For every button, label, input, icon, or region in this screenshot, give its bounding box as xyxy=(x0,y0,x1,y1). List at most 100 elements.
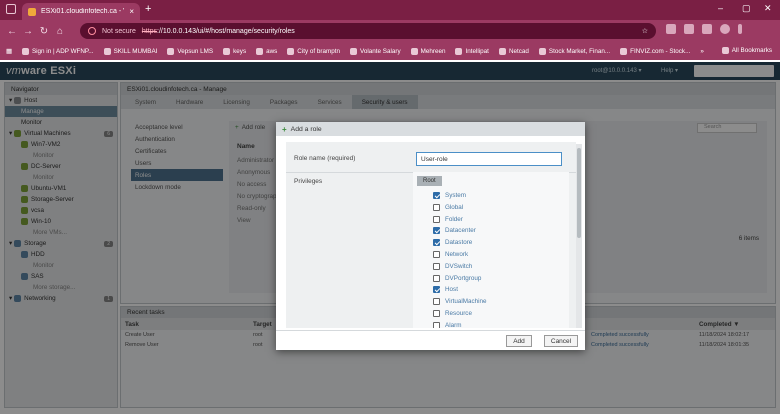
folder-icon xyxy=(455,47,463,55)
extension-icon[interactable] xyxy=(684,24,694,34)
privilege-label: DVPortgroup xyxy=(445,274,482,282)
back-icon[interactable]: ← xyxy=(4,26,20,37)
bookmark-label: FINVIZ.com - Stock... xyxy=(630,47,691,55)
privilege-label: Alarm xyxy=(445,321,462,328)
bookmark-item[interactable]: Intellipat xyxy=(455,47,489,55)
privilege-label: Datacenter xyxy=(445,227,476,235)
privileges-tree: Root System Global Folder Datacenter Datasto… xyxy=(413,172,569,328)
checkbox[interactable] xyxy=(433,310,440,317)
privilege-label: Host xyxy=(445,286,458,294)
bookmark-label: Vepsun LMS xyxy=(177,47,214,55)
folder-icon xyxy=(498,47,506,55)
checkbox-checked[interactable] xyxy=(433,239,440,247)
not-secure-icon[interactable] xyxy=(88,27,96,35)
bookmark-item[interactable]: Netcad xyxy=(498,47,529,55)
checkbox-checked[interactable] xyxy=(433,227,440,235)
forward-icon[interactable]: → xyxy=(20,26,36,37)
close-window-icon[interactable]: ✕ xyxy=(764,3,772,14)
profile-avatar-icon[interactable] xyxy=(720,24,730,34)
checkbox[interactable] xyxy=(433,215,440,223)
bookmark-label: City of bramptn xyxy=(297,47,340,55)
privilege-item[interactable]: Host xyxy=(433,286,458,294)
address-bar[interactable]: Not secure https://10.0.0.143/ui/#/host/… xyxy=(80,23,656,39)
add-role-dialog: + Add a role Role name (required) User-r… xyxy=(276,122,585,350)
checkbox[interactable] xyxy=(433,298,440,306)
role-name-label: Role name (required) xyxy=(294,155,356,162)
privilege-item[interactable]: VirtualMachine xyxy=(433,298,487,306)
url-text: https://10.0.0.143/ui/#/host/manage/secu… xyxy=(142,28,295,35)
bookmark-favicon-icon xyxy=(21,47,29,55)
privilege-item[interactable]: Global xyxy=(433,203,464,211)
bookmark-item[interactable]: FINVIZ.com - Stock... xyxy=(620,47,691,55)
privilege-item[interactable]: DVSwitch xyxy=(433,262,473,270)
maximize-icon[interactable]: ▢ xyxy=(742,3,751,14)
bookmark-label: Mehreen xyxy=(420,47,446,55)
bookmark-item[interactable]: aws xyxy=(256,47,277,55)
checkbox[interactable] xyxy=(433,262,440,270)
browser-toolbar: ← → ↻ ⌂ Not secure https://10.0.0.143/ui… xyxy=(0,20,780,42)
root-node[interactable]: Root xyxy=(417,176,442,186)
home-icon[interactable]: ⌂ xyxy=(52,26,68,37)
browser-tab[interactable]: ESXi01.cloudinfotech.ca - VMw... × xyxy=(22,3,140,20)
dialog-scrollbar[interactable] xyxy=(576,144,582,328)
bookmark-item[interactable]: Stock Market, Finan... xyxy=(538,47,610,55)
bookmark-label: Netcad xyxy=(508,47,529,55)
all-bookmarks-button[interactable]: All Bookmarks xyxy=(721,47,772,54)
folder-icon xyxy=(350,47,357,55)
new-tab-button[interactable]: + xyxy=(145,3,151,15)
privilege-item[interactable]: Alarm xyxy=(433,321,462,328)
bookmark-favicon-icon xyxy=(287,47,295,55)
bookmark-item[interactable]: SKILL MUMBAI xyxy=(103,47,157,55)
scrollbar-thumb[interactable] xyxy=(577,148,581,238)
url-path: ://10.0.0.143/ui/#/host/manage/security/… xyxy=(157,27,295,35)
more-bookmarks-button[interactable]: » xyxy=(700,48,704,55)
close-tab-icon[interactable]: × xyxy=(129,7,134,16)
vmware-favicon-icon xyxy=(28,7,36,16)
bookmark-favicon-icon xyxy=(103,47,111,55)
bookmark-item[interactable]: Sign in | ADP WFNP... xyxy=(21,47,94,55)
add-button[interactable]: Add xyxy=(506,335,532,347)
tab-title: ESXi01.cloudinfotech.ca - VMw... xyxy=(41,8,124,15)
not-secure-label: Not secure xyxy=(102,27,136,35)
bookmark-item[interactable]: City of bramptn xyxy=(287,47,340,55)
apps-grid-icon[interactable]: ▦ xyxy=(6,48,12,55)
bookmark-item[interactable]: Vepsun LMS xyxy=(167,47,214,55)
browser-menu-icon[interactable] xyxy=(738,24,742,34)
privileges-label: Privileges xyxy=(294,178,323,185)
bookmark-item[interactable]: Mehreen xyxy=(410,47,446,55)
bookmark-label: Sign in | ADP WFNP... xyxy=(31,47,94,55)
checkbox[interactable] xyxy=(433,321,440,328)
all-bookmarks-label: All Bookmarks xyxy=(731,47,772,54)
bookmark-favicon-icon xyxy=(538,47,546,55)
reload-icon[interactable]: ↻ xyxy=(36,26,52,37)
privilege-label: DVSwitch xyxy=(445,262,473,270)
privilege-item[interactable]: DVPortgroup xyxy=(433,274,482,282)
checkbox[interactable] xyxy=(433,274,440,282)
checkbox-checked[interactable] xyxy=(433,192,440,199)
bookmark-star-icon[interactable]: ☆ xyxy=(642,27,648,35)
privilege-label: Folder xyxy=(445,215,463,223)
dialog-footer: Add Cancel xyxy=(276,330,585,350)
checkbox-checked[interactable] xyxy=(433,286,440,294)
checkbox[interactable] xyxy=(433,251,440,258)
privilege-item[interactable]: Resource xyxy=(433,310,472,317)
role-name-input[interactable]: User-role xyxy=(416,152,562,166)
bookmark-item[interactable]: Volante Salary xyxy=(350,47,401,55)
privilege-item[interactable]: Folder xyxy=(433,215,463,223)
privilege-item[interactable]: System xyxy=(433,192,466,199)
extension-icon[interactable] xyxy=(666,24,676,34)
privilege-item[interactable]: Network xyxy=(433,251,468,258)
browser-titlebar: ESXi01.cloudinfotech.ca - VMw... × + – ▢… xyxy=(0,0,780,20)
privilege-label: Global xyxy=(445,203,464,211)
privilege-item[interactable]: Datacenter xyxy=(433,227,476,235)
privilege-label: VirtualMachine xyxy=(445,298,487,306)
tab-search-icon[interactable] xyxy=(6,4,16,14)
minimize-icon[interactable]: – xyxy=(718,3,723,13)
extensions-puzzle-icon[interactable] xyxy=(702,24,712,34)
privilege-item[interactable]: Datastore xyxy=(433,239,472,247)
checkbox[interactable] xyxy=(433,203,440,211)
cancel-button[interactable]: Cancel xyxy=(544,335,578,347)
folder-icon xyxy=(721,47,729,54)
dialog-title-bar: + Add a role xyxy=(276,122,585,136)
bookmark-item[interactable]: keys xyxy=(223,47,246,55)
